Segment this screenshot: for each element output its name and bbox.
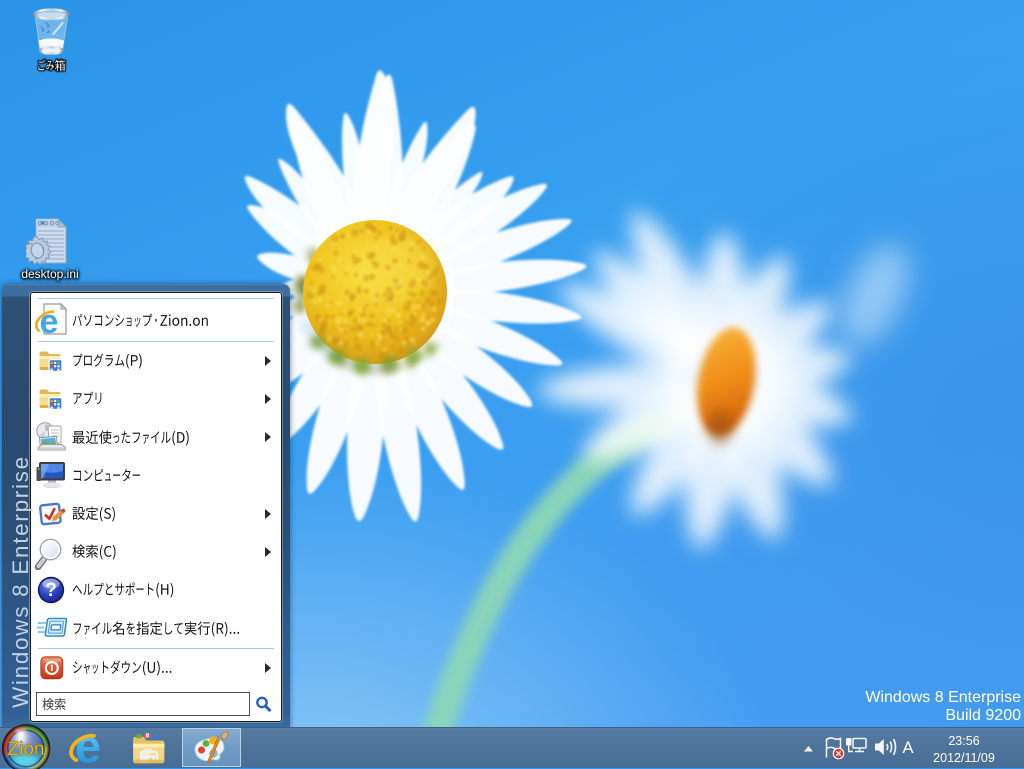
svg-text:A: A	[902, 739, 913, 757]
svg-text:e: e	[75, 728, 101, 768]
svg-text:?: ?	[45, 580, 57, 601]
svg-text:Zion: Zion	[8, 739, 45, 760]
svg-text:e: e	[40, 303, 59, 340]
